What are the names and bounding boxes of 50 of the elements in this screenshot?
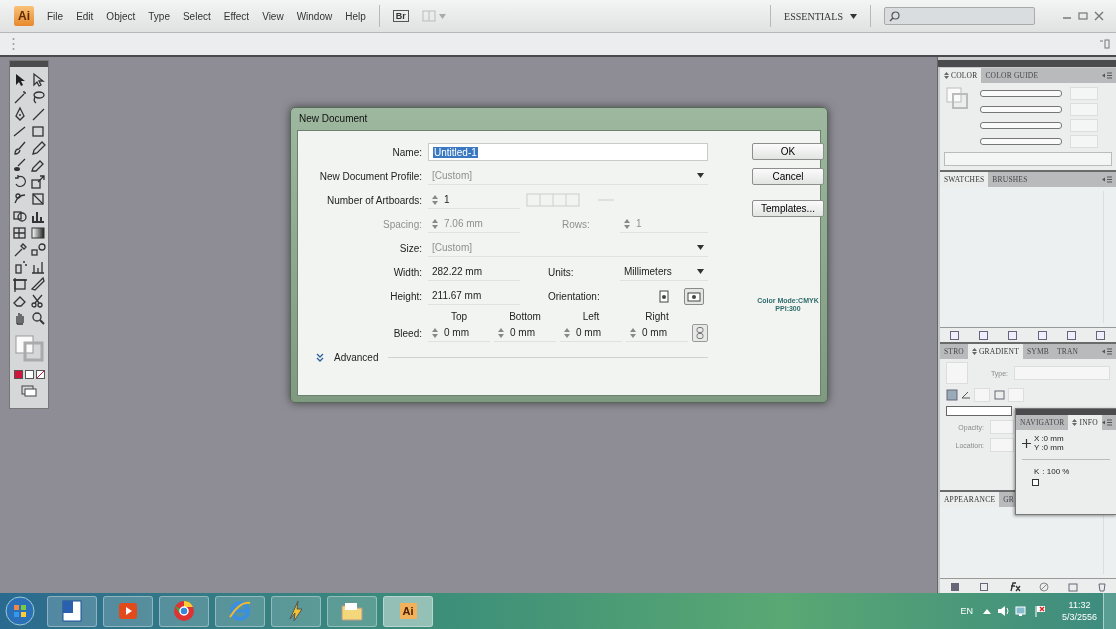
field-label: Name:	[391, 146, 422, 158]
name-field[interactable]: Untitled-1	[428, 143, 708, 161]
menu-item[interactable]: Edit	[76, 10, 94, 22]
field-label: Bleed:	[392, 328, 422, 341]
advanced-toggle[interactable]: Advanced	[334, 352, 379, 363]
app-logo[interactable]: Ai	[14, 6, 34, 26]
height-field[interactable]: 211.67 mm	[428, 287, 520, 305]
bridge-button[interactable]: Br	[392, 10, 409, 22]
axis-value: :0 mm	[1041, 443, 1064, 452]
menu-item[interactable]: File	[47, 10, 64, 22]
axis-value: : 100 %	[1042, 467, 1070, 476]
menu-item[interactable]: Object	[106, 10, 136, 22]
bleed-field[interactable]: 0 mm	[626, 324, 688, 342]
field-label: Number of Artboards:	[325, 194, 422, 206]
cancel-button[interactable]: Cancel	[752, 168, 824, 185]
field-label: Size:	[398, 242, 422, 254]
menu-item[interactable]: Window	[296, 10, 333, 22]
axis-label: Y	[1034, 443, 1040, 452]
workspace-switcher[interactable]: ESSENTIALS	[784, 10, 857, 22]
menu-item[interactable]: Type	[148, 10, 170, 22]
field-label: Rows:	[561, 218, 591, 230]
field-label: Spacing:	[382, 218, 422, 230]
field-label: Units:	[547, 266, 575, 278]
bleed-field[interactable]: 0 mm	[428, 324, 490, 342]
width-field[interactable]: 282.22 mm	[428, 263, 520, 281]
field-label: Width:	[392, 266, 422, 278]
menu-item[interactable]: Effect	[223, 10, 250, 22]
units-dropdown[interactable]: Millimeters	[620, 263, 708, 281]
bleed-field[interactable]: 0 mm	[560, 324, 622, 342]
menu-item[interactable]: View	[262, 10, 284, 22]
bleed-field[interactable]: 0 mm	[494, 324, 556, 342]
menu-item[interactable]: Select	[182, 10, 211, 22]
axis-label: K	[1034, 467, 1040, 476]
field-label: Height:	[389, 290, 422, 302]
ok-button[interactable]: OK	[752, 143, 824, 160]
clock[interactable]: 11:32 5/3/2556	[1061, 599, 1097, 623]
dialog-title: New Document	[298, 112, 369, 126]
field-label: Orientation:	[547, 290, 601, 302]
axis-label: X	[1034, 434, 1040, 443]
column-heading: Left	[581, 311, 601, 322]
number-field[interactable]: 1	[428, 191, 520, 209]
column-heading: Top	[449, 311, 469, 322]
templates-button[interactable]: Templates...	[752, 200, 824, 217]
column-heading: Right	[644, 311, 670, 322]
menu-item[interactable]: Help	[345, 10, 366, 22]
app-logo: Ai	[399, 603, 417, 619]
field-label: New Document Profile:	[318, 170, 422, 182]
column-heading: Bottom	[508, 311, 542, 322]
axis-value: :0 mm	[1041, 434, 1064, 443]
taskbar-app-button[interactable]: Ai	[383, 595, 433, 627]
